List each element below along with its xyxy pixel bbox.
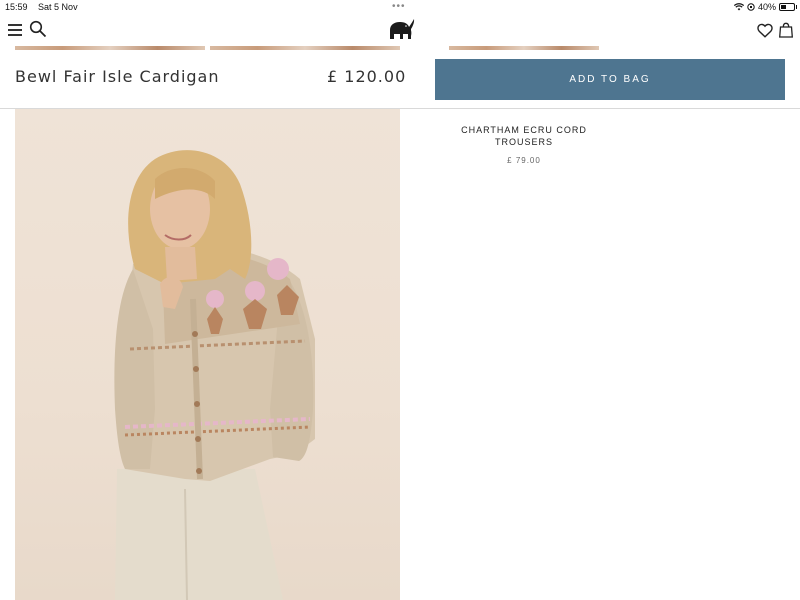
status-time: 15:59 [5, 2, 28, 12]
sticky-add-to-bag-bar: Bewl Fair Isle Cardigan £ 120.00 ADD TO … [0, 50, 800, 109]
status-left: 15:59 Sat 5 Nov [5, 0, 86, 14]
model-photo-illustration [114, 150, 315, 600]
product-image[interactable] [15, 109, 400, 600]
status-bar: 15:59 Sat 5 Nov ••• 40% [0, 0, 800, 14]
elephant-logo-icon[interactable] [384, 17, 416, 43]
wifi-icon [733, 3, 744, 11]
shopping-bag-icon[interactable] [779, 22, 793, 38]
product-price: £ 120.00 [327, 67, 407, 86]
status-right: 40% [733, 0, 797, 14]
heart-icon[interactable] [757, 23, 773, 38]
hamburger-menu-icon[interactable] [8, 24, 22, 36]
orientation-lock-icon [747, 3, 755, 11]
related-product-name[interactable]: CHARTHAM ECRU CORD TROUSERS [449, 124, 599, 148]
product-title: Bewl Fair Isle Cardigan [15, 67, 220, 86]
battery-percent: 40% [757, 2, 776, 12]
related-product-card[interactable]: CHARTHAM ECRU CORD TROUSERS £ 79.00 [449, 124, 599, 165]
battery-icon [779, 3, 797, 11]
status-date: Sat 5 Nov [38, 2, 78, 12]
multitasking-dots[interactable]: ••• [392, 0, 406, 14]
add-to-bag-button[interactable]: ADD TO BAG [435, 59, 785, 100]
site-header [0, 14, 800, 50]
related-product-price: £ 79.00 [507, 156, 541, 165]
search-icon[interactable] [29, 20, 47, 38]
